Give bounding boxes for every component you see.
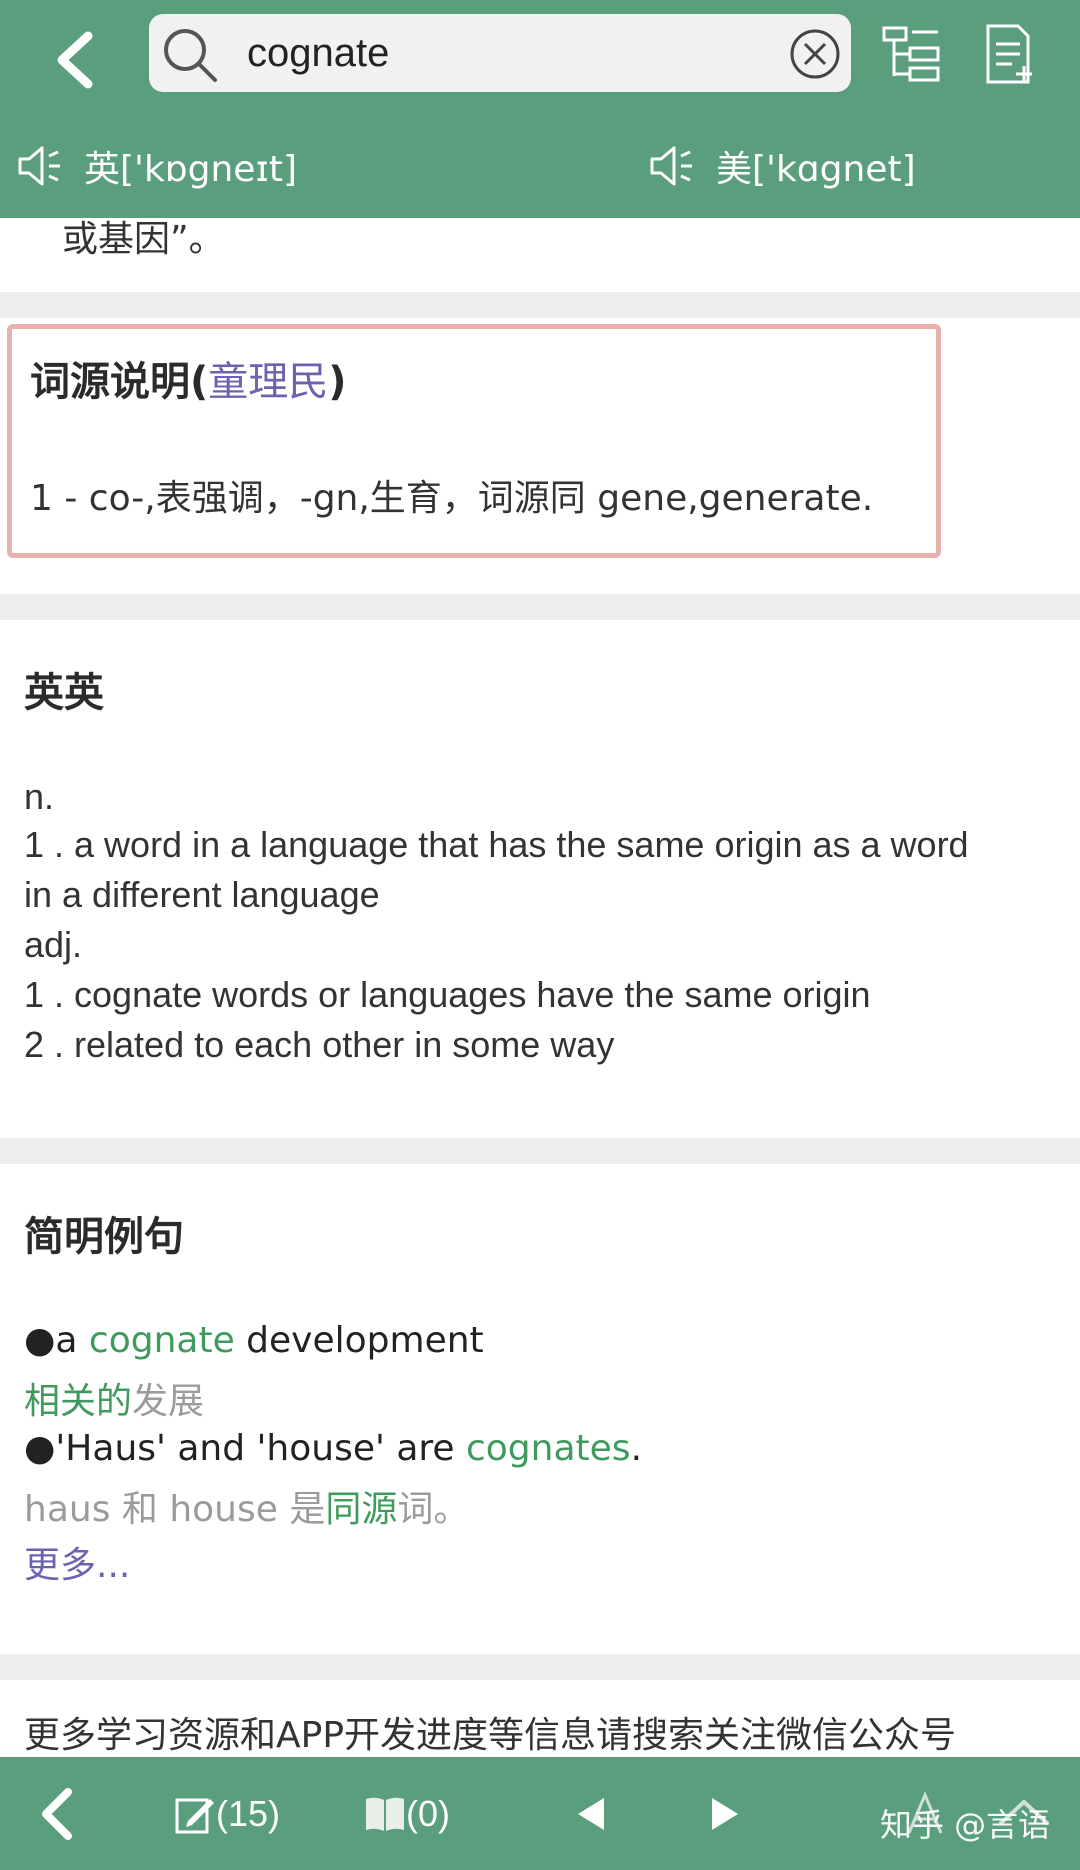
examples-section: 简明例句 ●a cognate development 相关的发展 ●'Haus… [0, 1164, 1080, 1594]
definition-line: in a different language [24, 874, 380, 915]
example-translation: haus 和 house 是同源词。 [24, 1489, 470, 1530]
search-icon [164, 29, 217, 82]
definition-line: n. [24, 776, 55, 817]
speaker-icon [650, 146, 692, 186]
etymology-section: 词源说明(童理民) 1 - co-,表强调，-gn,生育，词源同 gene,ge… [7, 324, 941, 558]
previous-word-button[interactable] [574, 1757, 608, 1870]
example-sentence: ●'Haus' and 'house' are cognates. [24, 1428, 643, 1469]
definition-line: adj. [24, 924, 83, 965]
etymology-author[interactable]: 童理民 [208, 359, 328, 405]
tree-list-icon[interactable] [880, 22, 944, 86]
more-examples-link[interactable]: 更多... [24, 1536, 130, 1588]
footer-note: 更多学习资源和APP开发进度等信息请搜索关注微信公众号 [24, 1715, 957, 1756]
speaker-icon [18, 146, 60, 186]
section-divider [0, 292, 1080, 318]
triangle-left-icon [578, 1797, 604, 1830]
section-divider [0, 1138, 1080, 1164]
bottom-back-button[interactable] [36, 1757, 76, 1870]
section-divider [0, 594, 1080, 620]
example-translation: 相关的发展 [24, 1381, 205, 1422]
etymology-text: 1 - co-,表强调，-gn,生育，词源同 gene,generate. [30, 478, 874, 519]
top-bar: cognate 英['kɒgneɪt] 美['kɑgnet] [0, 0, 1080, 218]
footer-section: 更多学习资源和APP开发进度等信息请搜索关注微信公众号 [0, 1680, 1080, 1760]
wordbook-count: (0) [406, 1792, 450, 1834]
pronunciation-uk-label: 英['kɒgneɪt] [84, 149, 297, 190]
watermark: 知乎 @言语 [880, 1806, 1051, 1844]
clear-icon[interactable] [789, 28, 841, 80]
notes-count: (15) [216, 1792, 281, 1834]
back-arrow-icon [57, 31, 93, 89]
next-word-button[interactable] [708, 1757, 742, 1870]
definition-line: 1 . cognate words or languages have the … [24, 974, 871, 1015]
definition-line: 2 . related to each other in some way [24, 1024, 615, 1065]
previous-section-tail: 或基因”。 [62, 219, 225, 260]
add-note-icon[interactable] [976, 22, 1040, 86]
definition-line: 1 . a word in a language that has the sa… [24, 824, 969, 865]
en-en-heading: 英英 [24, 670, 104, 716]
edit-note-icon [175, 1798, 214, 1833]
example-sentence: ●a cognate development [24, 1320, 484, 1361]
examples-heading: 简明例句 [24, 1214, 184, 1260]
pronunciation-us-label: 美['kɑgnet] [716, 149, 916, 190]
example-keyword: cognate [88, 1320, 235, 1361]
back-button[interactable] [34, 20, 114, 100]
search-input[interactable]: cognate [247, 26, 389, 80]
back-arrow-icon [42, 1787, 72, 1840]
notes-button[interactable]: (15) [174, 1757, 280, 1870]
pronunciation-us[interactable]: 美['kɑgnet] [648, 136, 916, 196]
pronunciation-uk[interactable]: 英['kɒgneɪt] [16, 136, 297, 196]
example-keyword: cognates [465, 1428, 631, 1469]
wordbook-button[interactable]: (0) [364, 1757, 450, 1870]
book-icon [366, 1797, 404, 1831]
etymology-heading: 词源说明(童理民) [30, 359, 347, 405]
search-box[interactable]: cognate [149, 14, 851, 92]
triangle-right-icon [712, 1797, 738, 1830]
section-divider [0, 1654, 1080, 1680]
